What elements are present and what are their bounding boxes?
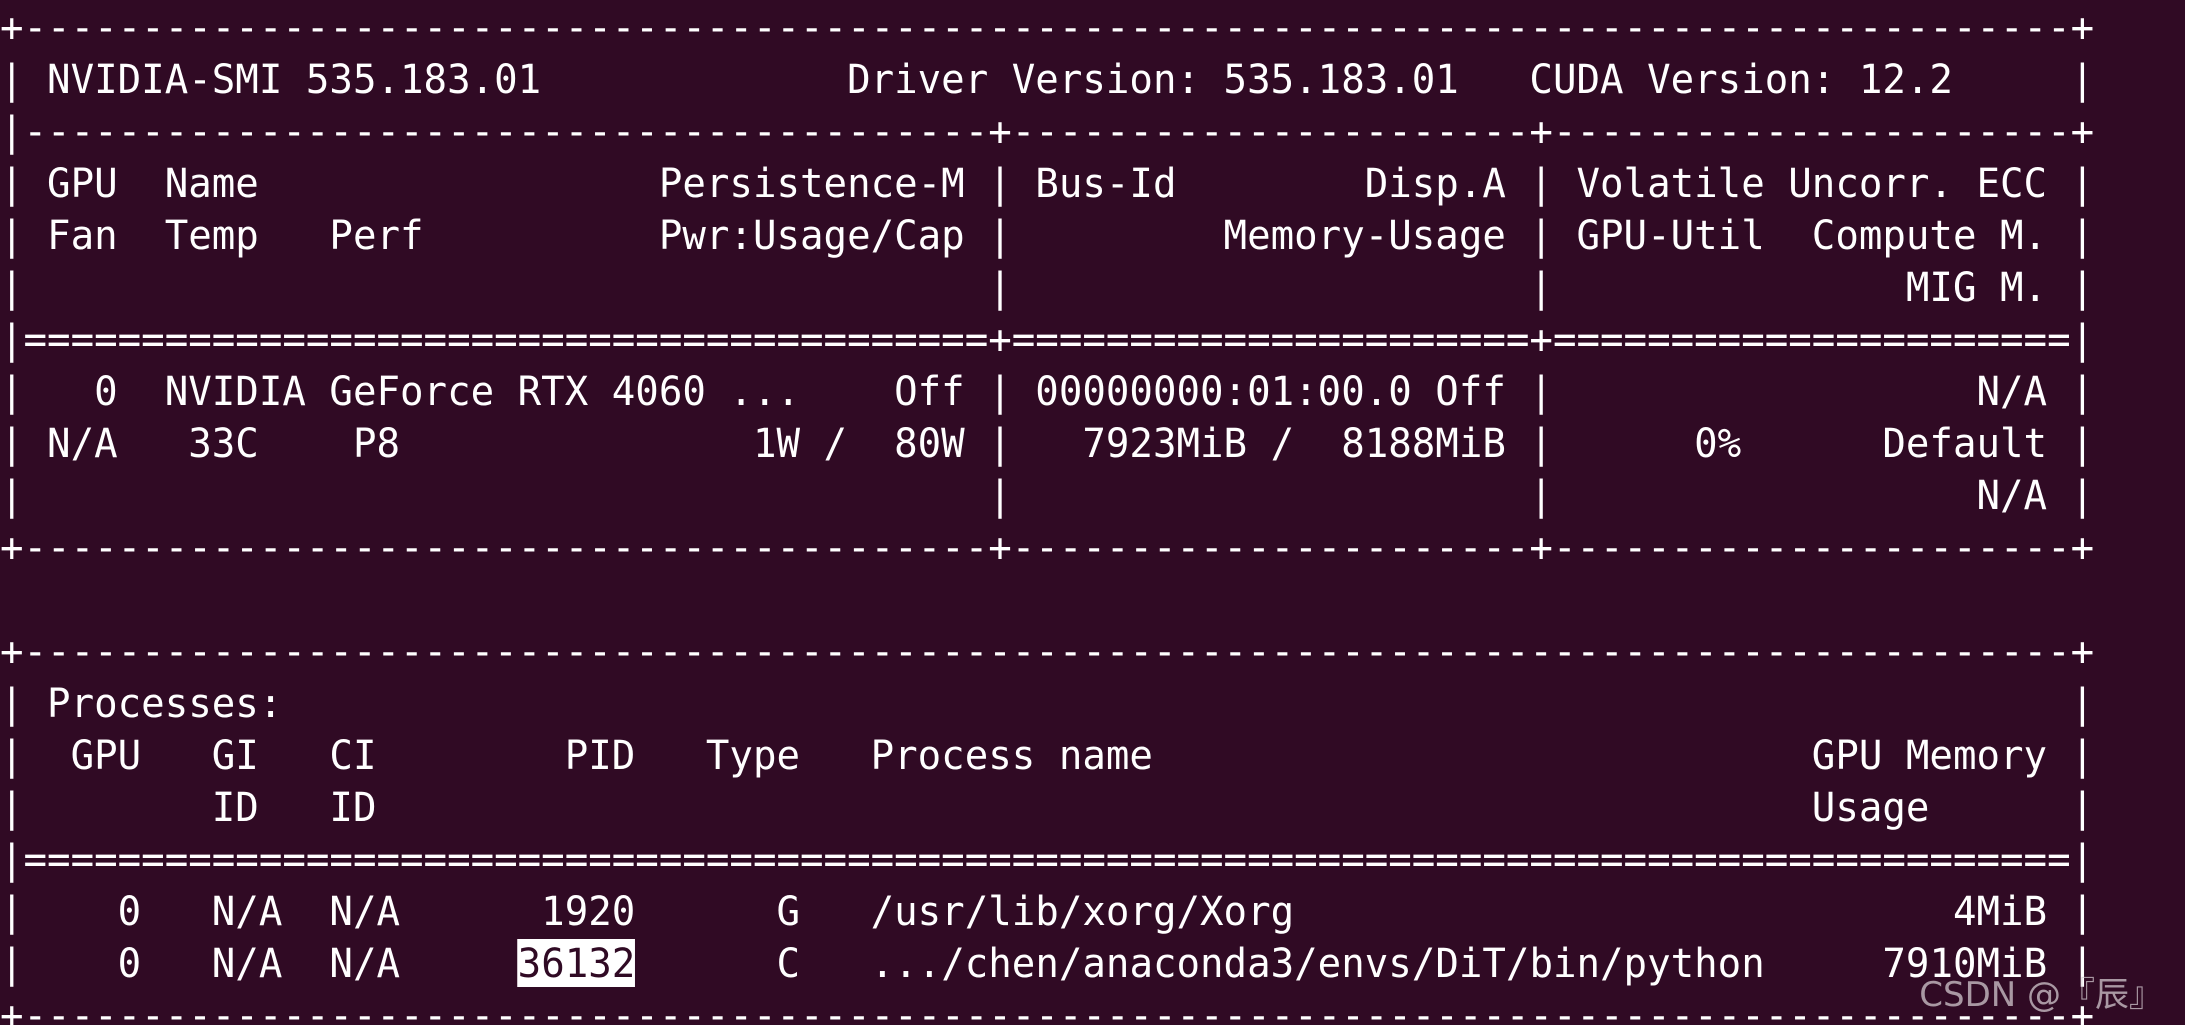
process-row-xorg: | 0 N/A N/A 1920 G /usr/lib/xorg/Xorg 4M…	[0, 887, 2095, 935]
processes-title-line: | Processes: |	[0, 679, 2095, 727]
processes-header-line-2: | ID ID Usage |	[0, 783, 2095, 831]
processes-header-line-1: | GPU GI CI PID Type Process name GPU Me…	[0, 731, 2095, 779]
column-header-line-2: | Fan Temp Perf Pwr:Usage/Cap | Memory-U…	[0, 211, 2095, 259]
header-double-separator: |=======================================…	[0, 315, 2095, 363]
process-row-prefix: | 0 N/A N/A	[0, 939, 518, 987]
process-row-rest: C .../chen/anaconda3/envs/DiT/bin/python…	[635, 939, 2095, 987]
selected-pid[interactable]: 36132	[517, 939, 636, 987]
column-header-line-3: | | | MIG M. |	[0, 263, 2095, 311]
terminal-window[interactable]: +---------------------------------------…	[0, 0, 2185, 1025]
processes-bottom-border: +---------------------------------------…	[0, 991, 2095, 1025]
smi-header-line: | NVIDIA-SMI 535.183.01 Driver Version: …	[0, 55, 2095, 103]
csdn-watermark: CSDN @『辰』	[1919, 975, 2163, 1015]
gpu-row-line-3: | | | N/A |	[0, 471, 2095, 519]
gpu-table-bottom-border: +---------------------------------------…	[0, 523, 2095, 571]
top-border: +---------------------------------------…	[0, 3, 2095, 51]
processes-double-separator: |=======================================…	[0, 835, 2095, 883]
gpu-row-line-1: | 0 NVIDIA GeForce RTX 4060 ... Off | 00…	[0, 367, 2095, 415]
table-separator: |---------------------------------------…	[0, 107, 2095, 155]
process-row-python: | 0 N/A N/A 36132 C .../chen/anaconda3/e…	[0, 937, 2109, 989]
column-header-line-1: | GPU Name Persistence-M | Bus-Id Disp.A…	[0, 159, 2095, 207]
gpu-row-line-2: | N/A 33C P8 1W / 80W | 7923MiB / 8188Mi…	[0, 419, 2095, 467]
processes-top-border: +---------------------------------------…	[0, 627, 2095, 675]
